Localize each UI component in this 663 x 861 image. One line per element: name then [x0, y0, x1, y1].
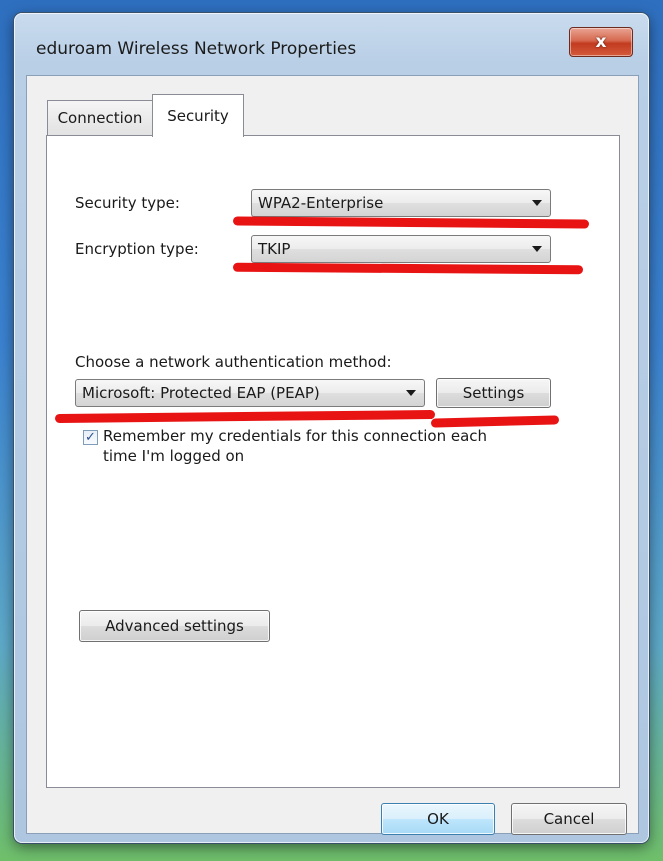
close-button[interactable]: x — [569, 27, 633, 57]
dialog-window: eduroam Wireless Network Properties x Co… — [14, 13, 649, 843]
tab-connection[interactable]: Connection — [47, 100, 153, 135]
dropdown-arrow-icon — [532, 246, 542, 252]
security-type-dropdown[interactable]: WPA2-Enterprise — [251, 189, 551, 217]
highlight-mark — [232, 216, 590, 229]
title-bar[interactable]: eduroam Wireless Network Properties x — [14, 13, 649, 75]
dropdown-arrow-icon — [532, 200, 542, 206]
close-icon: x — [595, 32, 607, 52]
security-tab-page: Security type: WPA2-Enterprise Encryptio… — [46, 135, 620, 788]
checkmark-icon: ✓ — [85, 430, 96, 445]
cancel-button[interactable]: Cancel — [511, 803, 627, 835]
settings-button[interactable]: Settings — [436, 378, 551, 408]
encryption-type-value: TKIP — [258, 240, 291, 258]
tab-security[interactable]: Security — [152, 94, 244, 137]
window-title: eduroam Wireless Network Properties — [36, 39, 357, 59]
security-type-value: WPA2-Enterprise — [258, 194, 384, 212]
dropdown-arrow-icon — [406, 390, 416, 396]
auth-method-label: Choose a network authentication method: — [75, 353, 392, 371]
highlight-mark — [430, 415, 560, 428]
encryption-type-dropdown[interactable]: TKIP — [251, 235, 551, 263]
highlight-mark — [54, 410, 436, 423]
ok-button[interactable]: OK — [381, 803, 495, 835]
security-type-label: Security type: — [75, 194, 180, 212]
auth-method-value: Microsoft: Protected EAP (PEAP) — [82, 384, 320, 402]
remember-credentials-label-line1: Remember my credentials for this connect… — [103, 427, 488, 445]
dialog-client-area: Connection Security Security type: WPA2-… — [26, 75, 639, 835]
advanced-settings-button[interactable]: Advanced settings — [79, 610, 270, 642]
highlight-mark — [232, 262, 584, 275]
encryption-type-label: Encryption type: — [75, 240, 199, 258]
remember-credentials-label-line2: time I'm logged on — [103, 447, 245, 465]
remember-credentials-checkbox[interactable]: ✓ — [83, 430, 98, 445]
auth-method-dropdown[interactable]: Microsoft: Protected EAP (PEAP) — [75, 379, 425, 407]
